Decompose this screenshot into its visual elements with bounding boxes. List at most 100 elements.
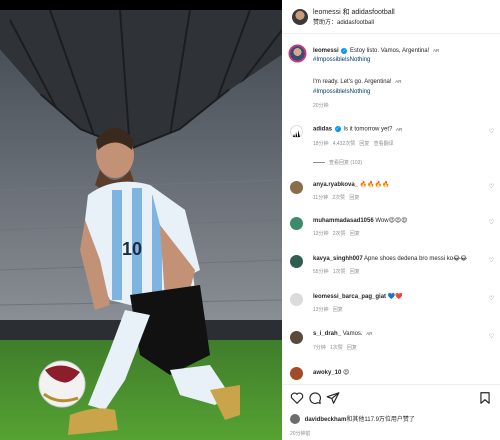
bookmark-icon[interactable] — [478, 391, 492, 405]
liker-username[interactable]: davidbeckham — [305, 417, 347, 423]
post-caption: leomessi ✓ Estoy listo. Vamos, Argentina… — [282, 38, 500, 118]
reply-button[interactable]: 回复 — [350, 269, 360, 275]
comment-time: 13分钟 — [313, 307, 329, 313]
reply-button[interactable]: 回复 — [359, 141, 369, 147]
comment-username[interactable]: muhammadasad1056 — [313, 218, 374, 224]
commenter-avatar[interactable] — [290, 367, 303, 380]
caption-hashtag[interactable]: #ImpossibleIsNothing — [313, 56, 370, 64]
caption-username[interactable]: leomessi — [313, 48, 339, 54]
reply-button[interactable]: 回复 — [333, 307, 343, 313]
comment-like-heart-icon[interactable]: ♡ — [489, 295, 494, 302]
comment-text: Apne shoes dedena bro messi ko😂😂 — [364, 256, 468, 262]
comment-text: Vamos. — [342, 331, 363, 337]
comment-item: anya.ryabkova_ 🔥🔥🔥🔥 11分钟 2次赞 回复 ♡ — [282, 178, 500, 208]
header-accounts[interactable]: leomessi 和 adidasfootball — [313, 7, 395, 17]
comment-text: Wow😍😍😍 — [375, 218, 408, 224]
comment-text: 🔥🔥🔥🔥 — [359, 182, 390, 188]
comment-time: 55分钟 — [313, 269, 329, 275]
comment-likes[interactable]: 1次赞 — [333, 269, 346, 275]
comment-meta: 13分钟 回复 — [313, 306, 343, 313]
comment-line: anya.ryabkova_ 🔥🔥🔥🔥 — [313, 181, 390, 188]
soccer-ball — [38, 360, 86, 408]
comment-time: 18分钟 — [313, 141, 329, 147]
ar-badge: AR — [432, 48, 440, 53]
comment-meta: 11分钟 2次赞 回复 — [313, 194, 359, 201]
comment-likes[interactable]: 2次赞 — [332, 195, 345, 201]
comment-item: s_i_drah_ Vamos. AR 7分钟 1次赞 回复 ♡ — [282, 328, 500, 358]
comment-username[interactable]: adidas — [313, 127, 332, 133]
commenter-avatar[interactable] — [290, 217, 303, 230]
comment-ar-badge: AR — [396, 126, 403, 132]
reply-button[interactable]: 回复 — [350, 231, 360, 237]
caption-line: leomessi ✓ Estoy listo. Vamos, Argentina… — [313, 47, 439, 55]
comment-like-heart-icon[interactable]: ♡ — [489, 257, 494, 264]
heart-icon[interactable] — [290, 391, 304, 405]
comment-username[interactable]: s_i_drah_ — [313, 331, 341, 337]
see-translation-button[interactable]: 查看翻译 — [374, 141, 394, 147]
comment-meta: 55分钟 1次赞 回复 — [313, 268, 360, 275]
caption-time: 20分钟 — [313, 103, 329, 109]
verified-badge-icon: ✓ — [341, 47, 348, 54]
comment-line: s_i_drah_ Vamos. AR — [313, 331, 373, 337]
comment-time: 7分钟 — [313, 345, 326, 351]
caption-avatar[interactable] — [290, 46, 305, 61]
comment-like-heart-icon[interactable]: ♡ — [489, 128, 494, 135]
comment-icon[interactable] — [308, 391, 322, 405]
translation-ar-badge: AR — [395, 79, 402, 84]
comment-item: awoky_10 😍 — [282, 364, 500, 382]
comment-meta: 13分钟 2次赞 回复 — [313, 230, 360, 237]
caption-translation-line: I'm ready. Let's go. Argentina! AR — [313, 78, 402, 86]
commenter-avatar[interactable] — [290, 181, 303, 194]
comment-line: leomessi_barca_pag_giat 💙❤️ — [313, 293, 403, 300]
commenter-avatar[interactable] — [290, 255, 303, 268]
comment-item: muhammadasad1056 Wow😍😍😍 13分钟 2次赞 回复 ♡ — [282, 214, 500, 244]
comment-item: adidas ✓ Is it tomorrow yet? AR 18分钟 4,4… — [282, 122, 500, 174]
comment-time: 13分钟 — [313, 231, 329, 237]
commenter-avatar[interactable] — [290, 293, 303, 306]
comment-likes[interactable]: 2次赞 — [333, 231, 346, 237]
commenter-avatar[interactable] — [290, 331, 303, 344]
comment-username[interactable]: anya.ryabkova_ — [313, 182, 358, 188]
post-time: 20分钟前 — [290, 431, 311, 437]
likes-summary[interactable]: davidbeckham和其他117.9万位用户赞了 — [290, 414, 415, 424]
comment-item: leomessi_barca_pag_giat 💙❤️ 13分钟 回复 ♡ — [282, 290, 500, 320]
reply-button[interactable]: 回复 — [347, 345, 357, 351]
sponsor-label[interactable]: 赞助方：adidasfootball — [313, 17, 374, 26]
comment-username[interactable]: kavya_singhh007 — [313, 256, 363, 262]
comment-time: 11分钟 — [313, 195, 329, 201]
caption-text: Estoy listo. Vamos, Argentina! — [350, 48, 430, 54]
translation-hashtag[interactable]: #ImpossibleIsNothing — [313, 88, 370, 96]
comment-meta: 7分钟 1次赞 回复 — [313, 344, 357, 351]
comment-like-heart-icon[interactable]: ♡ — [489, 333, 494, 340]
svg-text:10: 10 — [122, 239, 142, 259]
comment-text: Is it tomorrow yet? — [343, 126, 393, 133]
comment-text: 💙❤️ — [387, 294, 403, 300]
view-replies-button[interactable]: 查看回复 (103) — [313, 159, 362, 166]
paper-plane-icon[interactable] — [326, 391, 340, 405]
reply-button[interactable]: 回复 — [349, 195, 359, 201]
comment-text: 😍 — [343, 370, 350, 376]
caption-translation: I'm ready. Let's go. Argentina! — [313, 79, 392, 85]
post-actions: davidbeckham和其他117.9万位用户赞了 20分钟前 — [282, 384, 500, 440]
adidas-logo-icon — [293, 130, 300, 137]
comment-username[interactable]: awoky_10 — [313, 370, 341, 376]
post-header: leomessi 和 adidasfootball 赞助方：adidasfoot… — [282, 0, 500, 34]
comment-meta: 18分钟 4,432次赞 回复 查看翻译 — [313, 140, 394, 147]
comment-line: awoky_10 😍 — [313, 369, 349, 376]
post-sidebar: leomessi 和 adidasfootball 赞助方：adidasfoot… — [282, 0, 500, 440]
post-image[interactable]: 10 — [0, 10, 282, 440]
header-avatar[interactable] — [292, 9, 308, 25]
comment-likes[interactable]: 4,432次赞 — [333, 141, 356, 147]
comment-ar-badge: AR — [366, 331, 373, 336]
view-replies-label: 查看回复 (103) — [329, 160, 363, 166]
adidas-avatar[interactable] — [290, 125, 303, 138]
likes-count-text[interactable]: 和其他117.9万位用户赞了 — [346, 417, 415, 423]
comment-username[interactable]: leomessi_barca_pag_giat — [313, 294, 386, 300]
comment-like-heart-icon[interactable]: ♡ — [489, 219, 494, 226]
comment-like-heart-icon[interactable]: ♡ — [489, 183, 494, 190]
stadium-photo: 10 — [0, 10, 282, 440]
liker-avatar — [290, 414, 300, 424]
comment-line: kavya_singhh007 Apne shoes dedena bro me… — [313, 255, 467, 262]
comment-likes[interactable]: 1次赞 — [330, 345, 343, 351]
verified-badge-icon: ✓ — [334, 126, 341, 132]
